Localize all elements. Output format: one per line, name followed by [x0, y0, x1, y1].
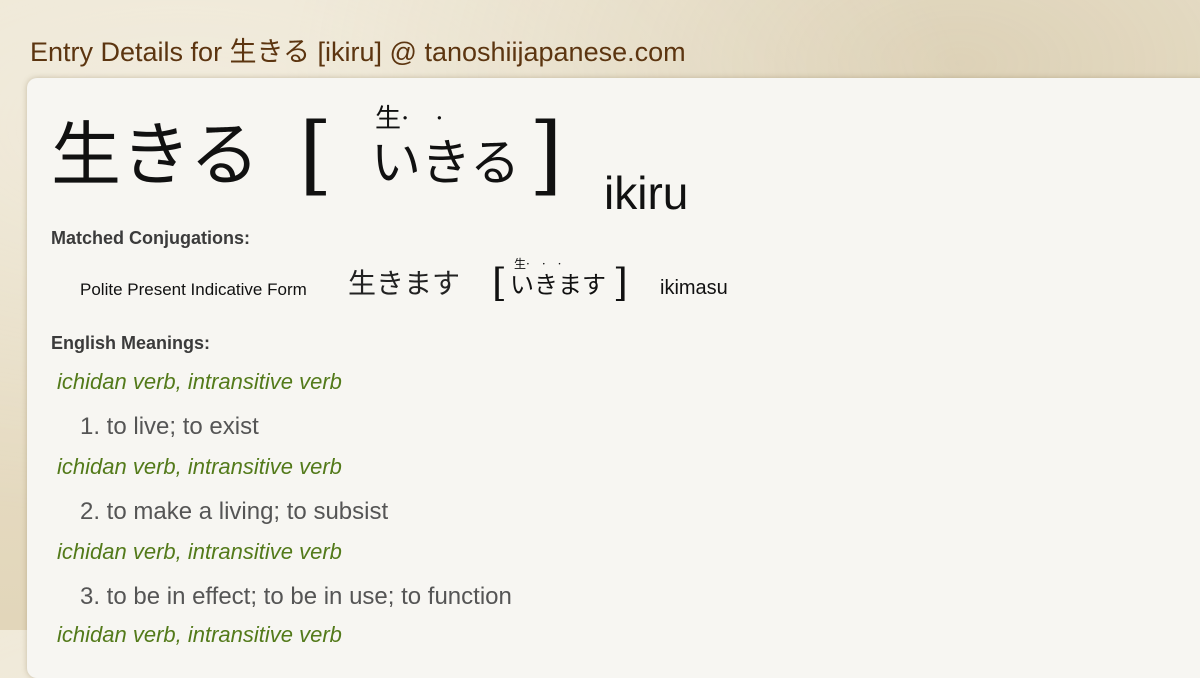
- part-of-speech: ichidan verb, intransitive verb: [57, 539, 342, 564]
- part-of-speech: ichidan verb, intransitive verb: [57, 622, 342, 647]
- conjugation-bracket-open: [: [492, 261, 507, 305]
- conjugation-bracket-close: ]: [613, 261, 628, 305]
- conjugation-furigana-top: 生· · ·: [514, 257, 562, 271]
- part-of-speech: ichidan verb, intransitive verb: [57, 369, 342, 394]
- headword-bracket-close: ]: [529, 105, 563, 205]
- meaning-item: 2. to make a living; to subsist: [80, 498, 389, 525]
- conjugation-romaji: ikimasu: [660, 277, 728, 299]
- part-of-speech: ichidan verb, intransitive verb: [57, 454, 342, 479]
- conjugation-form: Polite Present Indicative Form: [80, 280, 307, 299]
- headword-kanji: 生きる: [51, 114, 260, 196]
- conjugation-kanji: 生きます: [348, 267, 461, 300]
- headword-bracket-open: [: [299, 105, 333, 205]
- headword-reading: いきる: [371, 134, 520, 192]
- headword-furigana-top: 生· ·: [375, 104, 444, 134]
- meaning-item: 1. to live; to exist: [80, 413, 259, 440]
- entry-card: 生きる [ 生· · いきる ] ikiru Matched Conjugati…: [27, 78, 1200, 678]
- conjugation-row[interactable]: Polite Present Indicative Form 生きます [ 生·…: [80, 256, 780, 306]
- conjugation-reading: いきます: [510, 271, 606, 299]
- meaning-item: 3. to be in effect; to be in use; to fun…: [80, 583, 512, 610]
- headword-furigana: 生· · いきる: [345, 104, 525, 208]
- headword-romaji: ikiru: [604, 167, 689, 219]
- matched-conjugations-label: Matched Conjugations:: [51, 228, 250, 248]
- page-title: Entry Details for 生きる [ikiru] @ tanoshii…: [30, 37, 686, 67]
- english-meanings-label: English Meanings:: [51, 333, 211, 353]
